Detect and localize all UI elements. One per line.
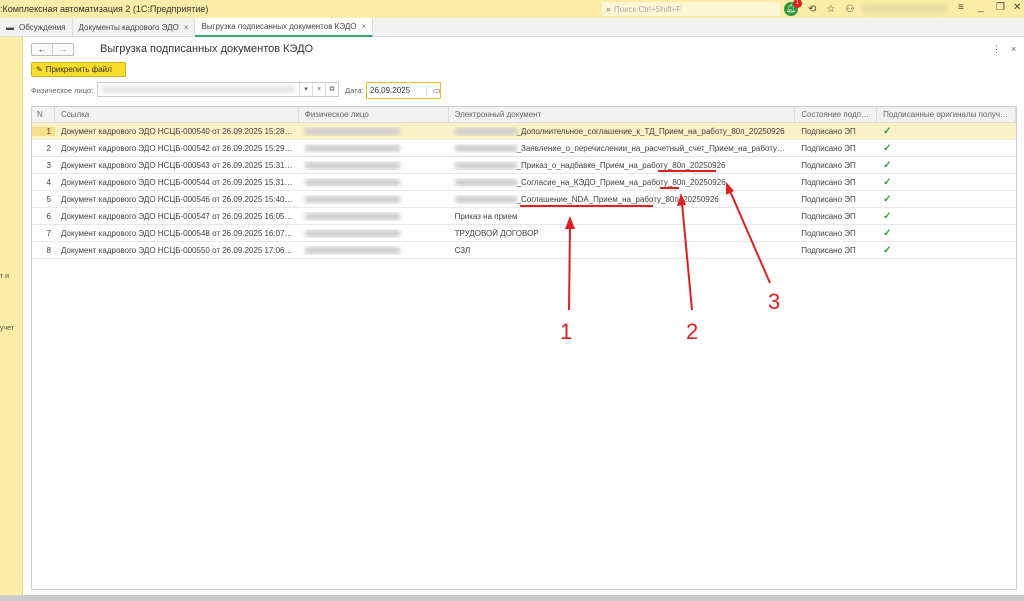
annotation-label-2: 2: [686, 319, 698, 344]
arrow-3: [729, 190, 771, 284]
annotation-layer: 1 2 3: [520, 170, 780, 344]
arrowhead-1: [565, 216, 575, 229]
arrow-1: [568, 225, 571, 311]
arrowhead-2: [677, 193, 686, 206]
annotation-label-3: 3: [768, 289, 780, 314]
arrow-2: [681, 202, 693, 311]
annotation-label-1: 1: [560, 319, 572, 344]
